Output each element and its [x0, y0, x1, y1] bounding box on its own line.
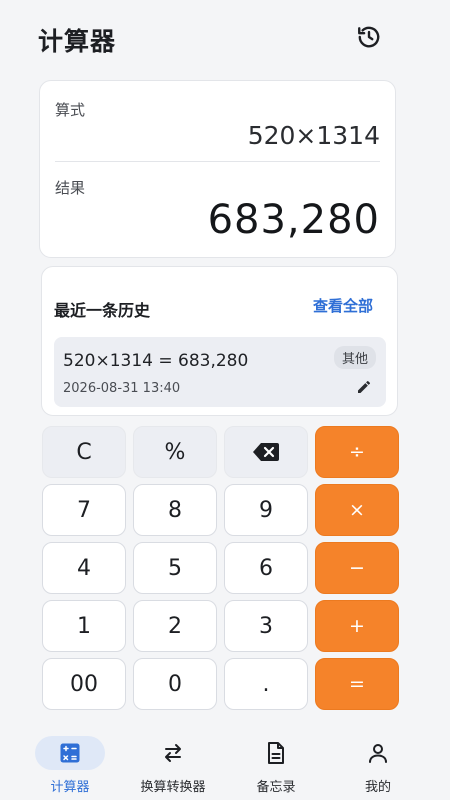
- swap-icon: [165, 744, 181, 762]
- key-8[interactable]: 8: [133, 484, 217, 536]
- nav-memo[interactable]: 备忘录: [220, 728, 332, 800]
- divide-button[interactable]: ÷: [315, 426, 399, 478]
- backspace-button[interactable]: [224, 426, 308, 478]
- history-card: 最近一条历史 查看全部 520×1314 = 683,280 2026-08-3…: [41, 266, 398, 416]
- expression-label: 算式: [55, 101, 86, 119]
- key-7[interactable]: 7: [42, 484, 126, 536]
- key-6[interactable]: 6: [224, 542, 308, 594]
- user-icon: [369, 744, 387, 763]
- history-expression: 520×1314 = 683,280: [63, 351, 249, 371]
- nav-calculator[interactable]: 计算器: [14, 728, 126, 800]
- edit-icon[interactable]: [356, 379, 372, 395]
- nav-label: 备忘录: [256, 780, 296, 795]
- key-5[interactable]: 5: [133, 542, 217, 594]
- document-icon: [268, 742, 284, 764]
- app-header: 计算器: [0, 0, 450, 78]
- history-timestamp: 2026-08-31 13:40: [63, 381, 181, 396]
- history-icon: [358, 26, 380, 48]
- key-1[interactable]: 1: [42, 600, 126, 652]
- multiply-button[interactable]: ×: [315, 484, 399, 536]
- bottom-nav: 计算器 换算转换器 备忘录 我的: [0, 728, 450, 800]
- view-all-link[interactable]: 查看全部: [313, 295, 373, 316]
- plus-button[interactable]: +: [315, 600, 399, 652]
- divider: [55, 161, 380, 162]
- result-value: 683,280: [207, 197, 380, 243]
- nav-converter[interactable]: 换算转换器: [117, 728, 229, 800]
- nav-label: 换算转换器: [140, 780, 206, 795]
- result-label: 结果: [55, 179, 86, 197]
- key-dot[interactable]: .: [224, 658, 308, 710]
- history-item[interactable]: 520×1314 = 683,280 2026-08-31 13:40 其他: [54, 337, 386, 407]
- expression-value: 520×1314: [247, 121, 380, 150]
- history-button[interactable]: [352, 20, 386, 54]
- history-title: 最近一条历史: [54, 301, 151, 320]
- display-card: 算式 520×1314 结果 683,280: [39, 80, 396, 258]
- key-2[interactable]: 2: [133, 600, 217, 652]
- percent-button[interactable]: %: [133, 426, 217, 478]
- key-4[interactable]: 4: [42, 542, 126, 594]
- equals-button[interactable]: =: [315, 658, 399, 710]
- nav-label: 我的: [364, 780, 391, 795]
- key-00[interactable]: 00: [42, 658, 126, 710]
- clear-button[interactable]: C: [42, 426, 126, 478]
- history-tag[interactable]: 其他: [333, 346, 376, 369]
- key-3[interactable]: 3: [224, 600, 308, 652]
- key-9[interactable]: 9: [224, 484, 308, 536]
- calculator-icon: [60, 743, 80, 763]
- nav-label: 计算器: [50, 780, 90, 795]
- nav-profile[interactable]: 我的: [322, 728, 434, 800]
- key-0[interactable]: 0: [133, 658, 217, 710]
- page-title: 计算器: [38, 27, 117, 56]
- backspace-icon: [253, 443, 279, 461]
- minus-button[interactable]: −: [315, 542, 399, 594]
